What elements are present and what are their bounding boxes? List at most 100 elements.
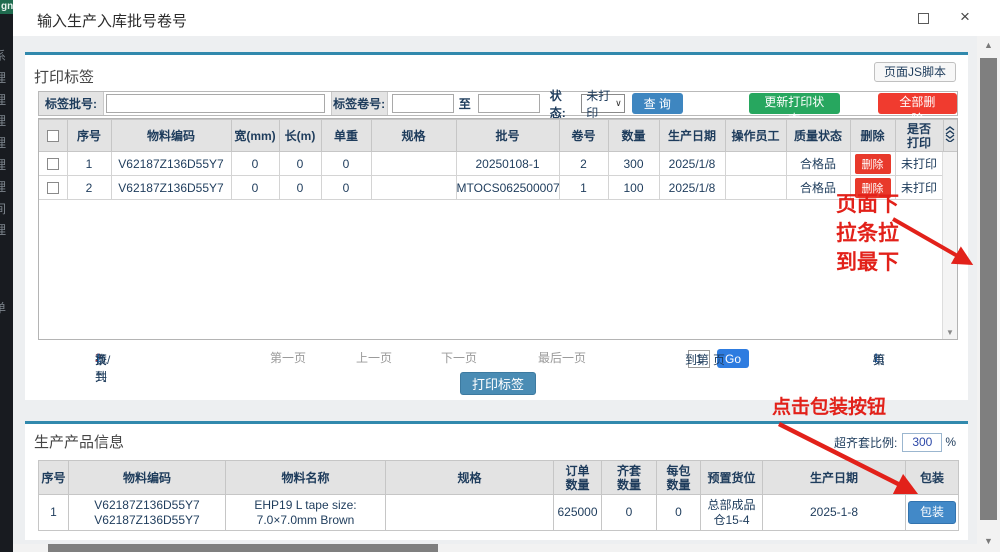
cell-per-pack-qty: 0	[657, 495, 701, 531]
scroll-down-icon[interactable]: ▼	[943, 328, 957, 337]
status-select[interactable]: 未打印 ∨	[581, 94, 624, 113]
delete-row-button[interactable]: 删除	[855, 178, 891, 198]
cell-seq: 1	[39, 495, 69, 531]
cell-material: V62187Z136D55Y7	[111, 176, 231, 200]
cell-quality: 合格品	[786, 176, 850, 200]
cell-order-qty: 625000	[554, 495, 602, 531]
col-per-pack-qty: 每包 数量	[657, 461, 701, 495]
table-row: 1 V62187Z136D55Y7 V62187Z136D55Y7 EHP19 …	[39, 495, 959, 531]
col-printed: 是否 打印	[895, 120, 943, 152]
last-page-link[interactable]: 最后一页	[538, 349, 586, 366]
print-labels-panel: 打印标签 页面JS脚本 标签批号: 标签卷号: 至 状态: 未打印 ∨ 查 询 …	[25, 52, 968, 400]
cell-qty: 100	[608, 176, 659, 200]
col-order-qty: 订单 数量	[554, 461, 602, 495]
vertical-scrollbar-thumb[interactable]	[980, 58, 997, 520]
next-page-link[interactable]: 下一页	[441, 349, 477, 366]
cell-printed-status: 未打印	[895, 152, 943, 176]
background-app-sidebar: gn 系 理 理 理 理 理 理 间 理 单	[0, 0, 13, 552]
first-page-link[interactable]: 第一页	[270, 349, 306, 366]
ratio-label: 超齐套比例:	[834, 434, 897, 451]
prev-page-link[interactable]: 上一页	[356, 349, 392, 366]
cell-spec	[386, 495, 554, 531]
col-roll: 卷号	[559, 120, 608, 152]
col-quality: 质量状态	[786, 120, 850, 152]
col-batch: 批号	[456, 120, 559, 152]
col-prod-date: 生产日期	[659, 120, 725, 152]
product-table: 序号 物料编码 物料名称 规格 订单 数量 齐套 数量 每包 数量 预置货位 生…	[38, 460, 959, 531]
col-length: 长(m)	[279, 120, 321, 152]
cell-kit-qty: 0	[602, 495, 657, 531]
col-operator: 操作员工	[725, 120, 786, 152]
col-material-name: 物料名称	[226, 461, 386, 495]
batch-no-input[interactable]	[106, 94, 325, 113]
col-delete: 删除	[850, 120, 895, 152]
goto-suffix: 页	[713, 351, 725, 368]
cell-batch: MTOCS062500007	[456, 176, 559, 200]
maximize-icon[interactable]	[918, 13, 929, 24]
roll-no-to-input[interactable]	[478, 94, 540, 113]
col-seq: 序号	[67, 120, 111, 152]
cell-qty: 300	[608, 152, 659, 176]
scroll-down-icon[interactable]: ▼	[977, 536, 1000, 546]
app-logo-fragment: gn	[0, 0, 13, 14]
table-scrollbar[interactable]: ▼	[942, 152, 957, 339]
cell-unit-weight: 0	[321, 152, 371, 176]
cell-seq: 1	[67, 152, 111, 176]
cell-spec	[371, 152, 456, 176]
row-checkbox[interactable]	[47, 182, 59, 194]
col-kit-qty: 齐套 数量	[602, 461, 657, 495]
col-width: 宽(mm)	[231, 120, 279, 152]
horizontal-scrollbar-thumb[interactable]	[48, 544, 438, 552]
query-button[interactable]: 查 询	[632, 93, 683, 114]
roll-no-from-input[interactable]	[392, 94, 454, 113]
product-table-container: 序号 物料编码 物料名称 规格 订单 数量 齐套 数量 每包 数量 预置货位 生…	[38, 460, 958, 531]
table-row: 2 V62187Z136D55Y7 0 0 0 MTOCS062500007 1…	[39, 176, 957, 200]
goto-page-group: 到第页Go	[685, 349, 749, 368]
cell-date: 2025/1/8	[659, 176, 725, 200]
cell-spec	[371, 176, 456, 200]
delete-all-button[interactable]: 全部删除	[878, 93, 957, 114]
pagination-bar: 找到 2 条/共 1 页 第一页 上一页 下一页 最后一页 到第页Go 第 1/…	[38, 347, 958, 367]
delete-row-button[interactable]: 删除	[855, 154, 891, 174]
close-icon[interactable]: ×	[960, 7, 970, 27]
scroll-up-icon[interactable]: ▲	[977, 40, 1000, 50]
cell-operator	[725, 152, 786, 176]
cell-material-name: EHP19 L tape size: 7.0×7.0mm Brown	[226, 495, 386, 531]
dialog-content: 打印标签 页面JS脚本 标签批号: 标签卷号: 至 状态: 未打印 ∨ 查 询 …	[13, 36, 977, 544]
status-select-value: 未打印	[586, 87, 615, 121]
update-print-status-button[interactable]: 更新打印状态	[749, 93, 840, 114]
cell-material-code: V62187Z136D55Y7 V62187Z136D55Y7	[69, 495, 226, 531]
product-table-header-row: 序号 物料编码 物料名称 规格 订单 数量 齐套 数量 每包 数量 预置货位 生…	[39, 461, 959, 495]
cell-width: 0	[231, 176, 279, 200]
cell-unit-weight: 0	[321, 176, 371, 200]
label-roll-no: 标签卷号:	[331, 92, 388, 115]
cell-seq: 2	[67, 176, 111, 200]
page-horizontal-scrollbar[interactable]	[13, 544, 977, 552]
cell-quality: 合格品	[786, 152, 850, 176]
over-kit-ratio-group: 超齐套比例: %	[834, 432, 956, 452]
page-vertical-scrollbar[interactable]: ▲ ▼	[977, 36, 1000, 552]
col-material-code: 物料编码	[111, 120, 231, 152]
select-all-checkbox[interactable]	[47, 130, 59, 142]
pack-button[interactable]: 包装	[908, 501, 956, 524]
col-collapse	[943, 120, 957, 152]
cell-roll: 1	[559, 176, 608, 200]
product-info-panel: 生产产品信息 超齐套比例: % 序号 物料编码 物料名称	[25, 421, 968, 540]
row-checkbox[interactable]	[47, 158, 59, 170]
label-to: 至	[459, 95, 471, 112]
cell-length: 0	[279, 176, 321, 200]
col-seq: 序号	[39, 461, 69, 495]
col-prod-date: 生产日期	[763, 461, 906, 495]
ratio-input[interactable]	[902, 433, 942, 452]
labels-table: 序号 物料编码 宽(mm) 长(m) 单重 规格 批号 卷号 数量 生产日期 操…	[39, 119, 957, 200]
col-material-code: 物料编码	[69, 461, 226, 495]
col-spec: 规格	[371, 120, 456, 152]
col-pack: 包装	[906, 461, 959, 495]
print-labels-button[interactable]: 打印标签	[460, 372, 536, 395]
sidebar-menu-fragment: 单	[0, 298, 13, 320]
page-js-script-button[interactable]: 页面JS脚本	[874, 62, 956, 82]
double-chevron-collapse-icon[interactable]	[945, 126, 955, 142]
cell-operator	[725, 176, 786, 200]
col-qty: 数量	[608, 120, 659, 152]
cell-date: 2025/1/8	[659, 152, 725, 176]
